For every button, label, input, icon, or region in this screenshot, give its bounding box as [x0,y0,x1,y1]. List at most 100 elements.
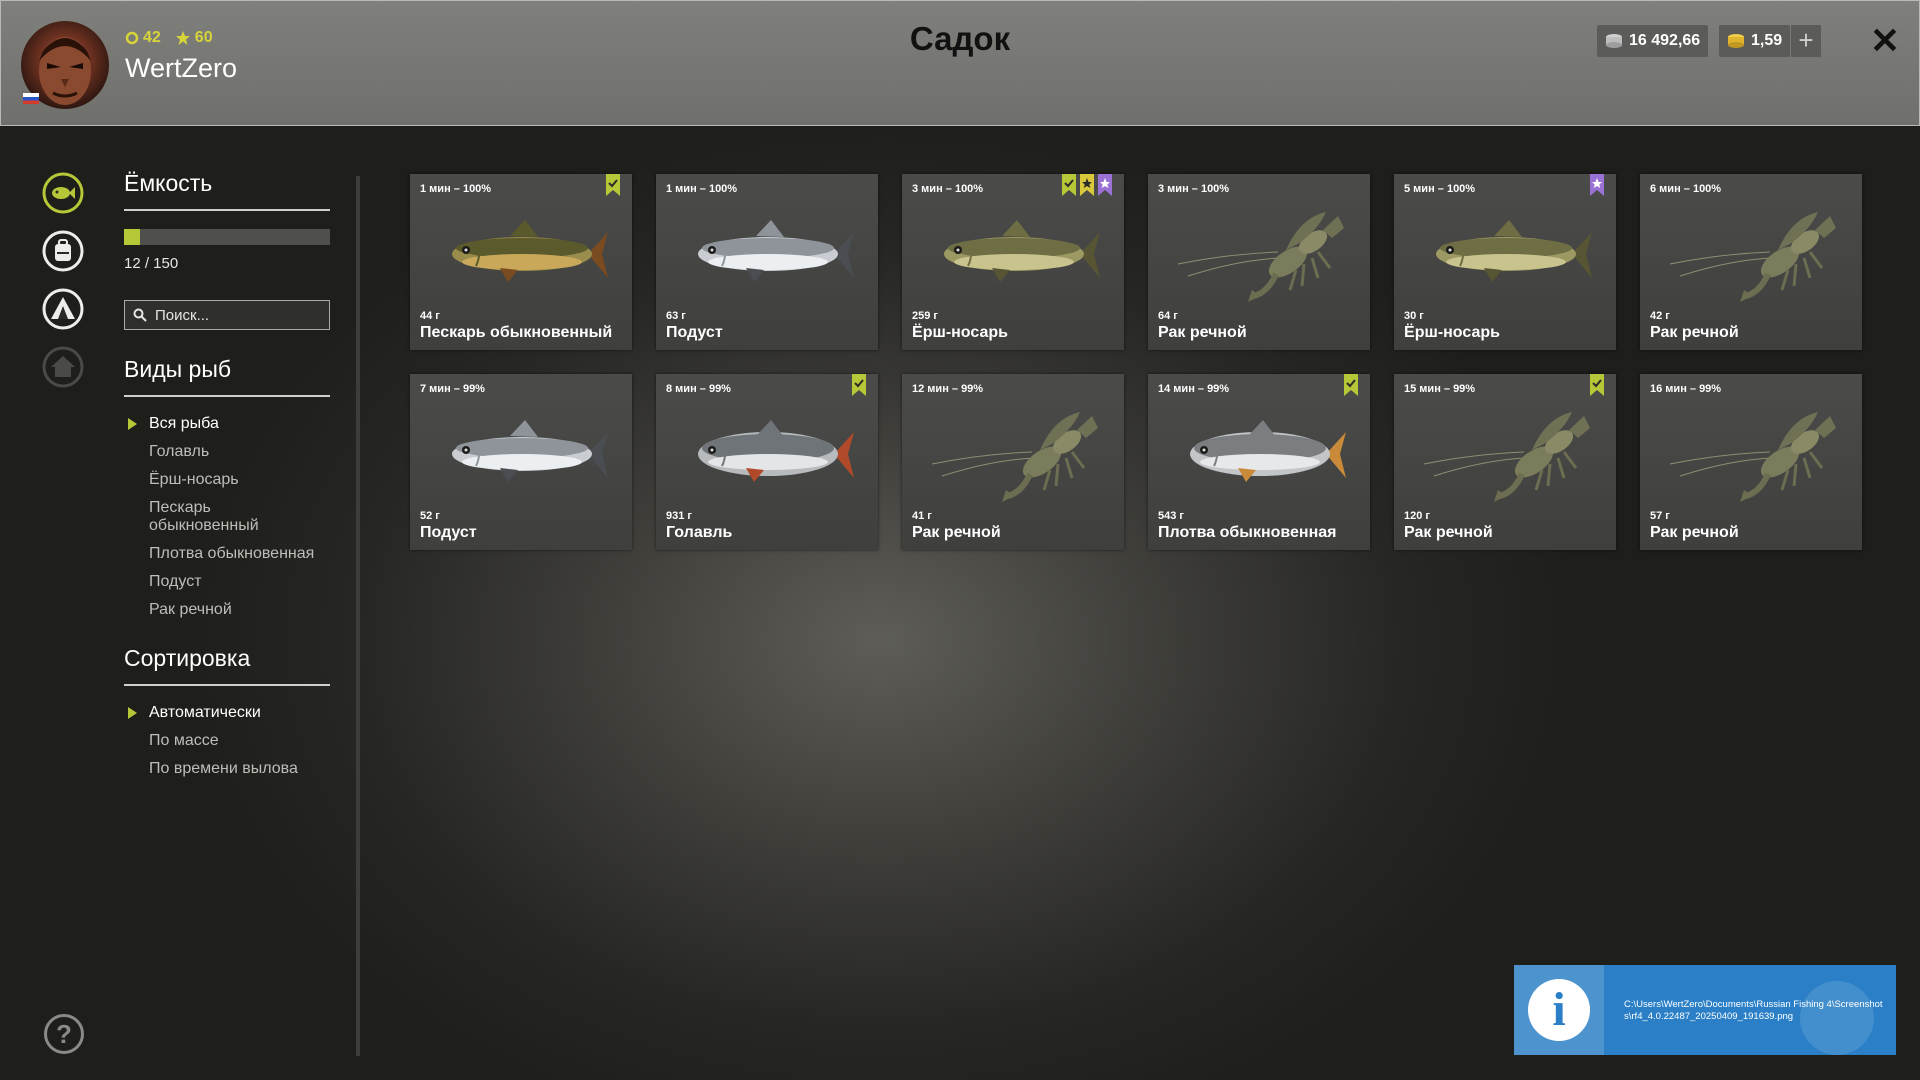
backpack-icon [42,230,84,272]
species-item-crayfish[interactable]: Рак речной [124,601,330,619]
catch-weight: 41 г [912,510,932,522]
catch-weight: 57 г [1650,510,1670,522]
search-box[interactable] [124,300,330,330]
search-input[interactable] [153,305,317,325]
catch-card[interactable]: 3 мин – 100% 259 г Ёрш-носарь [902,174,1124,350]
catch-badges [1590,174,1604,196]
species-item-all[interactable]: Вся рыба [124,415,330,433]
catch-time: 5 мин – 100% [1404,183,1476,195]
species-item-nase[interactable]: Подуст [124,573,330,591]
catch-name: Рак речной [1404,524,1493,541]
species-title: Виды рыб [124,356,330,397]
keepnet-tab[interactable] [42,172,84,214]
green-bookmark-badge-icon [852,374,866,396]
catch-time: 6 мин – 100% [1650,183,1722,195]
help-button[interactable]: ? [44,1014,84,1054]
catch-name: Рак речной [912,524,1001,541]
question-icon: ? [56,1019,72,1049]
catch-time: 8 мин – 99% [666,383,731,395]
camp-tab[interactable] [42,288,84,330]
green-bookmark-badge-icon [606,174,620,196]
capacity-title: Ёмкость [124,170,330,211]
green-bookmark-badge-icon [1590,374,1604,396]
catch-card[interactable]: 7 мин – 99% 52 г Подуст [410,374,632,550]
purple-bookmark-badge-icon [1590,174,1604,196]
crayfish-icon [1669,212,1836,302]
catch-time: 16 мин – 99% [1650,383,1722,395]
catch-badges [1062,174,1112,196]
catch-name: Рак речной [1158,324,1247,341]
sort-option-time[interactable]: По времени вылова [124,760,330,778]
catch-card[interactable]: 5 мин – 100% 30 г Ёрш-носарь [1394,174,1616,350]
catch-weight: 42 г [1650,310,1670,322]
ruffe-fish-icon [944,220,1100,282]
catch-name: Ёрш-носарь [1404,324,1500,341]
roach-fish-icon [1190,420,1346,482]
sort-title: Сортировка [124,645,330,686]
sort-option-weight[interactable]: По массе [124,732,330,750]
catch-time: 7 мин – 99% [420,383,485,395]
catch-badges [1344,374,1358,396]
catch-badges [1590,374,1604,396]
species-list: Вся рыба Голавль Ёрш-носарь Пескарь обык… [124,415,330,619]
catch-weight: 120 г [1404,510,1430,522]
silver-fish-icon [698,220,854,282]
silver-fish-icon [452,420,608,482]
catch-card[interactable]: 3 мин – 100% 64 г Рак речной [1148,174,1370,350]
catch-badges [606,174,620,196]
russia-flag-icon [23,93,39,104]
cursor-ghost-icon [1800,981,1874,1055]
capacity-bar [124,229,330,245]
purple-bookmark-badge-icon [1098,174,1112,196]
catch-card[interactable]: 6 мин – 100% 42 г Рак речной [1640,174,1862,350]
catch-weight: 63 г [666,310,686,322]
catch-card[interactable]: 12 мин – 99% 41 г Рак речной [902,374,1124,550]
catch-weight: 52 г [420,510,440,522]
catch-card[interactable]: 1 мин – 100% 63 г Подуст [656,174,878,350]
catch-name: Рак речной [1650,524,1739,541]
sort-option-auto[interactable]: Автоматически [124,704,330,722]
yellow-bookmark-badge-icon [1080,174,1094,196]
notification-icon-box: i [1514,965,1604,1055]
screenshot-notification[interactable]: i C:\Users\WertZero\Documents\Russian Fi… [1514,965,1896,1055]
catch-time: 1 мин – 100% [420,183,492,195]
catch-card[interactable]: 14 мин – 99% 543 г Плотва обыкновенная [1148,374,1370,550]
top-bar: 42 60 WertZero 16 492,66 1,59 + ✕ [0,0,1920,126]
catch-name: Подуст [420,524,477,541]
catch-weight: 30 г [1404,310,1424,322]
catch-name: Подуст [666,324,723,341]
catch-weight: 931 г [666,510,692,522]
crayfish-icon [931,412,1098,502]
catch-card[interactable]: 8 мин – 99% 931 г Голавль [656,374,878,550]
chub-fish-icon [698,420,854,482]
catch-name: Плотва обыкновенная [1158,524,1337,541]
sidebar-divider [356,176,360,1056]
search-icon [133,308,147,322]
species-item-ruffe[interactable]: Ёрш-носарь [124,471,330,489]
catch-time: 3 мин – 100% [1158,183,1230,195]
species-item-gudgeon[interactable]: Пескарь обыкновенный [124,499,299,535]
catch-weight: 259 г [912,310,938,322]
catch-card[interactable]: 1 мин – 100% 44 г Пескарь обыкновенный [410,174,632,350]
catch-time: 14 мин – 99% [1158,383,1230,395]
ruffe-fish-icon [1436,220,1592,282]
catch-name: Рак речной [1650,324,1739,341]
keepnet-fish-icon [42,172,84,214]
catch-name: Ёрш-носарь [912,324,1008,341]
info-icon: i [1528,979,1590,1041]
backpack-tab[interactable] [42,230,84,272]
home-tab[interactable] [42,346,84,388]
species-item-roach[interactable]: Плотва обыкновенная [124,545,330,563]
catch-weight: 64 г [1158,310,1178,322]
catch-weight: 543 г [1158,510,1184,522]
catch-card[interactable]: 15 мин – 99% 120 г Рак речной [1394,374,1616,550]
green-bookmark-badge-icon [1344,374,1358,396]
catch-time: 1 мин – 100% [666,183,738,195]
capacity-fill [124,229,140,245]
catch-time: 15 мин – 99% [1404,383,1476,395]
catch-badges [852,374,866,396]
species-item-chub[interactable]: Голавль [124,443,330,461]
catch-card[interactable]: 16 мин – 99% 57 г Рак речной [1640,374,1862,550]
gudgeon-fish-icon [452,220,608,282]
catch-name: Голавль [666,524,733,541]
